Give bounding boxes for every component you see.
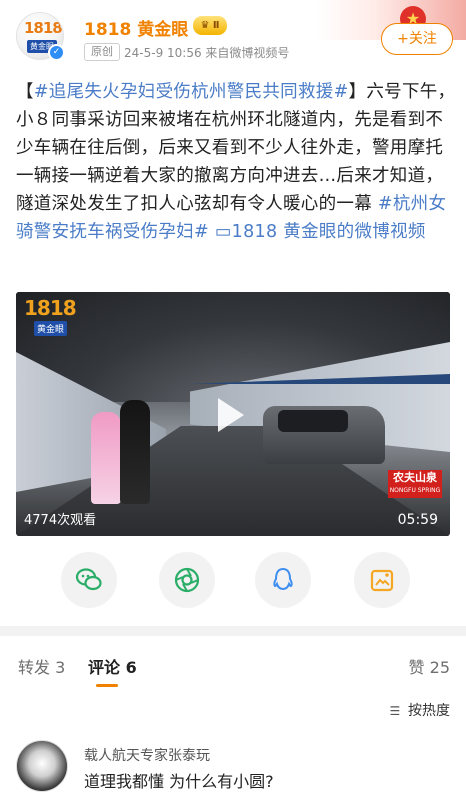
video-frame-person-pink <box>91 412 121 504</box>
video-frame-person-black <box>120 400 150 504</box>
share-bar <box>0 552 466 608</box>
comment-username[interactable]: 载人航天专家张泰玩 <box>84 745 210 765</box>
post-meta: 24-5-9 10:56 来自微博视频号 <box>124 46 290 60</box>
post-text: 【#追尾失火孕妇受伤杭州警民共同救援#】六号下午，小８同事采访回来被堵在杭州环北… <box>16 78 456 246</box>
sort-label: 按热度 <box>408 703 450 719</box>
save-image-icon <box>370 569 394 592</box>
sponsor-name-en: NONGFU SPRING <box>389 487 441 494</box>
moments-icon <box>174 567 200 593</box>
save-image-button[interactable] <box>354 552 410 608</box>
share-qq-button[interactable] <box>255 552 311 608</box>
topic-link[interactable]: #追尾失火孕妇受伤杭州警民共同救援# <box>34 82 349 102</box>
video-logo-sub: 黄金眼 <box>34 321 68 336</box>
qq-icon <box>273 567 293 591</box>
wechat-icon <box>75 568 102 591</box>
sort-icon: ☰ <box>389 704 401 718</box>
video-channel-logo: 1818 黄金眼 <box>24 296 80 340</box>
avatar-logo-text: 1818 <box>24 19 63 37</box>
video-link[interactable]: ▭1818 黄金眼的微博视频 <box>209 222 426 242</box>
video-logo-number: 1818 <box>24 296 77 320</box>
bracket-open: 【 <box>16 82 34 102</box>
sponsor-logo: 农夫山泉 NONGFU SPRING <box>388 470 442 498</box>
share-moments-button[interactable] <box>159 552 215 608</box>
video-frame-car-window <box>278 410 348 432</box>
verified-icon: ✓ <box>48 44 65 61</box>
follow-button[interactable]: +关注 <box>381 23 453 55</box>
vip-badge-icon[interactable]: ♛ Ⅱ <box>193 16 227 35</box>
tab-repost[interactable]: 转发 3 <box>18 654 65 678</box>
tab-comments[interactable]: 评论 6 <box>88 654 137 678</box>
bracket-close: 】 <box>348 82 367 102</box>
original-tag: 原创 <box>84 43 120 61</box>
sort-toggle[interactable]: ☰ 按热度 <box>390 700 450 720</box>
tab-likes[interactable]: 赞 25 <box>409 654 450 678</box>
comment-avatar[interactable] <box>16 740 68 792</box>
username[interactable]: 1818 黄金眼 <box>84 15 188 40</box>
comment-text: 道理我都懂 为什么有小圆? <box>84 772 274 791</box>
share-wechat-button[interactable] <box>61 552 117 608</box>
video-duration: 05:59 <box>397 512 438 528</box>
sponsor-name: 农夫山泉 <box>393 471 437 484</box>
post-header: 1818 黄金眼 ✓ 1818 黄金眼 ♛ Ⅱ 原创 24-5-9 10:56 … <box>0 0 466 74</box>
comment-tabs: 转发 3 评论 6 赞 25 <box>0 646 466 688</box>
play-icon[interactable] <box>218 398 244 432</box>
section-divider <box>0 626 466 636</box>
video-player[interactable]: 1818 黄金眼 农夫山泉 NONGFU SPRING 4774次观看 05:5… <box>16 292 450 536</box>
active-tab-indicator <box>96 684 118 687</box>
video-view-count: 4774次观看 <box>24 513 97 528</box>
